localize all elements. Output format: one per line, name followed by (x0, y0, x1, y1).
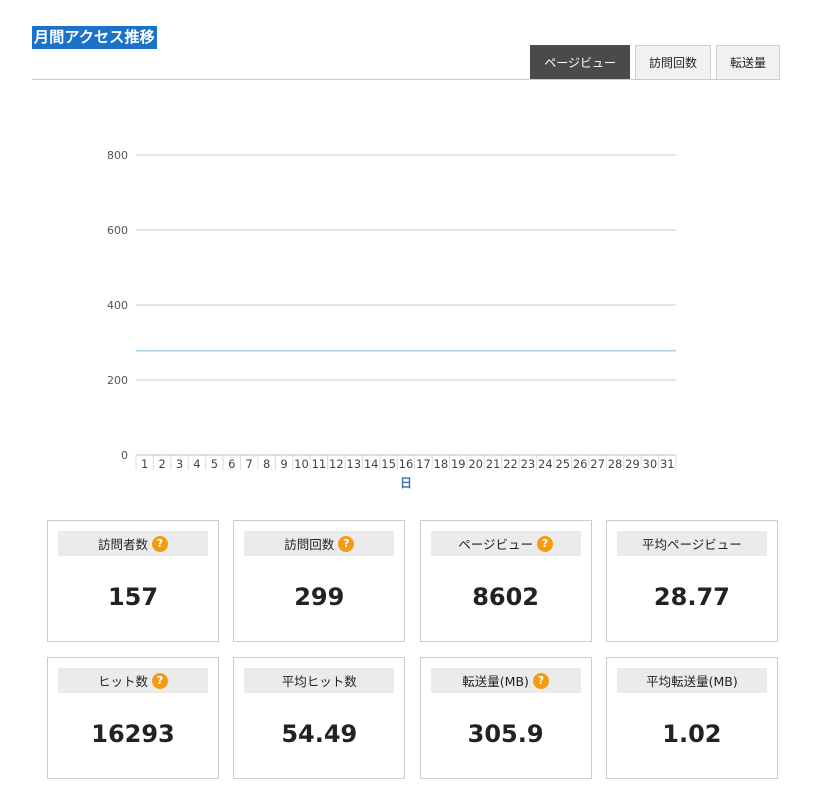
help-icon[interactable]: ? (152, 672, 168, 689)
tab-pageview[interactable]: ページビュー (530, 45, 630, 79)
stat-card-avg-transfer: 平均転送量(MB) 1.02 (605, 657, 778, 779)
stat-label: 平均ページビュー (616, 531, 767, 556)
x-tick-label: 5 (211, 457, 218, 471)
x-tick-label: 19 (451, 457, 466, 471)
x-tick-label: 13 (346, 457, 361, 471)
chart-tabs: ページビュー 訪問回数 転送量 (530, 45, 780, 79)
x-tick-label: 27 (590, 457, 605, 471)
x-tick-label: 1 (141, 457, 148, 471)
x-axis-label: 日 (400, 476, 412, 490)
stat-value: 28.77 (653, 583, 730, 611)
y-tick-label: 400 (107, 299, 128, 312)
x-tick-label: 6 (228, 457, 235, 471)
stat-value: 305.9 (467, 720, 544, 748)
stat-label: ヒット数? (58, 668, 208, 693)
x-tick-label: 23 (521, 457, 536, 471)
y-tick-label: 800 (107, 149, 128, 162)
x-tick-label: 29 (625, 457, 640, 471)
stat-card-hits: ヒット数? 16293 (47, 657, 219, 779)
stat-value: 157 (107, 583, 159, 611)
stat-label: 訪問者数? (58, 531, 208, 556)
stat-label: 転送量(MB)? (430, 668, 581, 693)
help-icon[interactable]: ? (338, 535, 355, 552)
help-icon[interactable]: ? (532, 672, 549, 689)
x-tick-label: 26 (573, 457, 588, 471)
stat-value: 16293 (91, 720, 175, 748)
x-tick-label: 31 (660, 457, 675, 471)
x-tick-label: 3 (176, 457, 183, 471)
x-tick-label: 24 (538, 457, 553, 471)
stat-label: 平均転送量(MB) (616, 668, 767, 693)
stat-value: 8602 (472, 583, 539, 611)
x-tick-label: 7 (246, 457, 253, 471)
page-title: 月間アクセス推移 (32, 26, 157, 49)
stats-grid: 訪問者数? 157 訪問回数? 299 ページビュー? 8602 平均ページビュ… (47, 520, 778, 779)
y-tick-label: 200 (107, 374, 128, 387)
tab-visits[interactable]: 訪問回数 (634, 45, 711, 79)
y-tick-label: 600 (107, 224, 128, 237)
stat-card-avg-hits: 平均ヒット数 54.49 (233, 657, 406, 779)
stat-label: ページビュー? (430, 531, 581, 556)
x-tick-label: 4 (193, 457, 200, 471)
x-tick-label: 22 (503, 457, 518, 471)
x-tick-label: 15 (381, 457, 396, 471)
stat-card-visitors: 訪問者数? 157 (47, 520, 219, 642)
stat-value: 54.49 (281, 720, 358, 748)
stat-value: 299 (294, 583, 345, 611)
stat-card-transfer: 転送量(MB)? 305.9 (419, 657, 592, 779)
stat-card-pageviews: ページビュー? 8602 (419, 520, 592, 642)
stat-card-visits: 訪問回数? 299 (233, 520, 406, 642)
x-tick-label: 30 (643, 457, 658, 471)
stat-card-avg-pageviews: 平均ページビュー 28.77 (605, 520, 778, 642)
help-icon[interactable]: ? (152, 535, 168, 552)
x-tick-label: 18 (434, 457, 449, 471)
stat-label: 平均ヒット数 (244, 668, 395, 693)
x-tick-label: 12 (329, 457, 344, 471)
stat-label: 訪問回数? (244, 531, 395, 556)
stat-value: 1.02 (662, 720, 722, 748)
x-tick-label: 9 (280, 457, 287, 471)
x-tick-label: 8 (263, 457, 270, 471)
x-tick-label: 20 (468, 457, 483, 471)
tab-transfer[interactable]: 転送量 (715, 45, 780, 79)
x-tick-label: 25 (555, 457, 570, 471)
x-tick-label: 10 (294, 457, 309, 471)
x-tick-label: 2 (158, 457, 165, 471)
x-tick-label: 14 (364, 457, 379, 471)
help-icon[interactable]: ? (536, 535, 553, 552)
x-tick-label: 21 (486, 457, 501, 471)
x-tick-label: 11 (312, 457, 327, 471)
x-tick-label: 16 (399, 457, 414, 471)
x-tick-label: 28 (608, 457, 623, 471)
y-tick-label: 0 (121, 449, 128, 462)
x-tick-label: 17 (416, 457, 431, 471)
monthly-access-chart: 02004006008001 2 3 4 5 6 7 8 9 10 11 12 13 14 15 16 17 18… (107, 149, 677, 490)
